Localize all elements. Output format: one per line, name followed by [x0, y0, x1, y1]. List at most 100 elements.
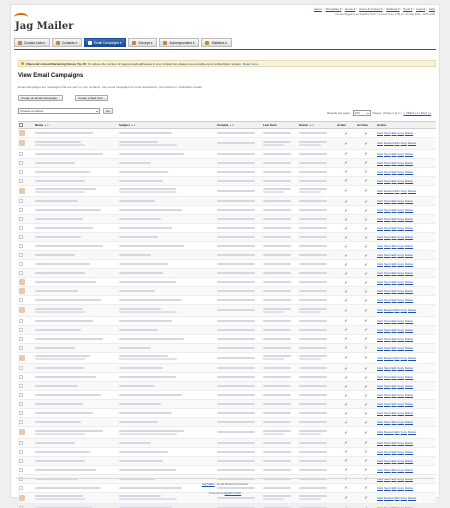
- row-action-edit-link[interactable]: Edit: [392, 131, 397, 135]
- row-action-copy-link[interactable]: Copy: [397, 226, 404, 230]
- row-action-delete-link[interactable]: Delete: [405, 280, 413, 284]
- archive-check-icon[interactable]: ✔: [356, 259, 376, 269]
- row-checkbox[interactable]: [19, 393, 23, 397]
- row-action-copy-link[interactable]: Copy: [397, 298, 404, 302]
- row-action-copy-link[interactable]: Copy: [397, 161, 404, 165]
- row-action-delete-link[interactable]: Delete: [405, 298, 413, 302]
- menu-tab-contact-lists[interactable]: Contact Lists ▾: [14, 38, 50, 47]
- row-action-send-link[interactable]: Send: [384, 235, 391, 239]
- cell-name[interactable]: [34, 325, 118, 335]
- archive-check-icon[interactable]: ✔: [356, 223, 376, 233]
- row-action-copy-link[interactable]: Copy: [397, 280, 404, 284]
- row-action-edit-link[interactable]: Edit: [392, 375, 397, 379]
- cell-name[interactable]: [34, 343, 118, 353]
- cell-name[interactable]: [34, 158, 118, 168]
- active-check-icon[interactable]: ✔: [336, 316, 356, 326]
- row-action-edit-link[interactable]: Edit: [392, 208, 397, 212]
- row-action-copy-link[interactable]: Copy: [400, 356, 407, 360]
- table-row[interactable]: ✔✔ViewSendEditCopyDelete: [18, 295, 436, 305]
- table-row[interactable]: ✔✔ViewSendEditCopyDelete: [18, 268, 436, 278]
- row-action-send-link[interactable]: Send: [384, 152, 391, 156]
- row-checkbox[interactable]: [19, 375, 23, 379]
- row-checkbox[interactable]: [19, 485, 23, 490]
- row-action-send-link[interactable]: Send: [384, 217, 391, 221]
- column-subject[interactable]: Subject▲▼: [118, 121, 216, 129]
- go-button[interactable]: Go: [103, 108, 114, 114]
- row-action-resend-link[interactable]: Resend: [384, 496, 394, 500]
- active-check-icon[interactable]: ✔: [336, 149, 356, 159]
- row-action-resend-link[interactable]: Resend: [384, 141, 394, 145]
- table-row[interactable]: ✔ ✔ ViewResendEditCopyDelete: [18, 185, 436, 197]
- row-action-send-link[interactable]: Send: [384, 280, 391, 284]
- row-action-view-link[interactable]: View: [377, 308, 383, 312]
- active-check-icon[interactable]: ✔: [336, 214, 356, 224]
- archive-check-icon[interactable]: ✔: [356, 128, 376, 138]
- active-check-icon[interactable]: ✔: [336, 176, 356, 186]
- archive-check-icon[interactable]: ✔: [356, 316, 376, 326]
- row-action-send-link[interactable]: Send: [384, 328, 391, 332]
- archive-check-icon[interactable]: ✔: [356, 185, 376, 197]
- topnav-link-settings[interactable]: Settings ▾: [386, 7, 399, 11]
- row-action-send-link[interactable]: Send: [384, 402, 391, 406]
- row-checkbox[interactable]: [19, 160, 23, 165]
- row-action-view-link[interactable]: View: [377, 199, 383, 203]
- active-check-icon[interactable]: ✔: [336, 390, 356, 400]
- row-action-copy-link[interactable]: Copy: [397, 217, 404, 221]
- active-check-icon[interactable]: ✔: [336, 399, 356, 409]
- row-action-send-link[interactable]: Send: [384, 179, 391, 183]
- row-action-view-link[interactable]: View: [377, 384, 383, 388]
- row-action-copy-link[interactable]: Copy: [397, 328, 404, 332]
- row-action-delete-link[interactable]: Delete: [405, 253, 413, 257]
- row-action-view-link[interactable]: View: [377, 253, 383, 257]
- row-action-edit-link[interactable]: Edit: [392, 161, 397, 165]
- cell-name[interactable]: [34, 137, 118, 150]
- row-checkbox[interactable]: [19, 271, 23, 275]
- row-action-send-link[interactable]: Send: [384, 262, 391, 266]
- cell-name[interactable]: [34, 503, 118, 508]
- row-action-view-link[interactable]: View: [377, 328, 383, 332]
- sort-icon[interactable]: ▲▼: [309, 124, 314, 127]
- archive-check-icon[interactable]: ✔: [356, 343, 376, 353]
- row-action-edit-link[interactable]: Edit: [392, 199, 397, 203]
- footer-powered-by-link[interactable]: EquiPro Tech: [224, 491, 241, 495]
- archive-check-icon[interactable]: ✔: [356, 417, 376, 427]
- active-check-icon[interactable]: ✔: [336, 286, 356, 296]
- row-action-delete-link[interactable]: Delete: [405, 366, 413, 370]
- row-action-copy-link[interactable]: Copy: [397, 170, 404, 174]
- row-action-send-link[interactable]: Send: [384, 411, 391, 415]
- sort-icon[interactable]: ▲▼: [229, 124, 234, 127]
- archive-check-icon[interactable]: ✔: [356, 438, 376, 448]
- row-action-copy-link[interactable]: Copy: [397, 459, 404, 463]
- table-row[interactable]: ✔✔ViewSendEditCopyDelete: [18, 286, 436, 296]
- row-action-delete-link[interactable]: Delete: [405, 152, 413, 156]
- row-action-copy-link[interactable]: Copy: [397, 441, 404, 445]
- cell-name[interactable]: [34, 277, 118, 287]
- active-check-icon[interactable]: ✔: [336, 456, 356, 466]
- row-action-delete-link[interactable]: Delete: [405, 208, 413, 212]
- row-action-delete-link[interactable]: Delete: [408, 496, 416, 500]
- archive-check-icon[interactable]: ✔: [356, 325, 376, 335]
- menu-tab-statistics[interactable]: Statistics ▾: [201, 38, 232, 47]
- row-action-edit-link[interactable]: Edit: [395, 430, 400, 434]
- row-action-edit-link[interactable]: Edit: [392, 152, 397, 156]
- active-check-icon[interactable]: ✔: [336, 417, 356, 427]
- row-action-copy-link[interactable]: Copy: [397, 346, 404, 350]
- cell-name[interactable]: [34, 352, 118, 364]
- active-check-icon[interactable]: ✔: [336, 465, 356, 475]
- cell-name[interactable]: [34, 167, 118, 177]
- row-action-delete-link[interactable]: Delete: [405, 346, 413, 350]
- row-action-view-link[interactable]: View: [377, 141, 383, 145]
- archive-check-icon[interactable]: ✔: [356, 137, 376, 150]
- cell-name[interactable]: [34, 196, 118, 206]
- table-row[interactable]: ✔✔ViewSendEditCopyDelete: [18, 334, 436, 344]
- create-split-test-button[interactable]: Create a Split Test...: [75, 95, 108, 101]
- cell-name[interactable]: [34, 250, 118, 260]
- active-check-icon[interactable]: ✔: [336, 205, 356, 215]
- table-row[interactable]: ✔✔ViewSendEditCopyDelete: [18, 214, 436, 224]
- table-row[interactable]: ✔✔ViewSendEditCopyDelete: [18, 456, 436, 466]
- row-action-edit-link[interactable]: Edit: [392, 262, 397, 266]
- row-action-delete-link[interactable]: Delete: [405, 262, 413, 266]
- active-check-icon[interactable]: ✔: [336, 128, 356, 138]
- row-action-view-link[interactable]: View: [377, 450, 383, 454]
- row-action-edit-link[interactable]: Edit: [392, 459, 397, 463]
